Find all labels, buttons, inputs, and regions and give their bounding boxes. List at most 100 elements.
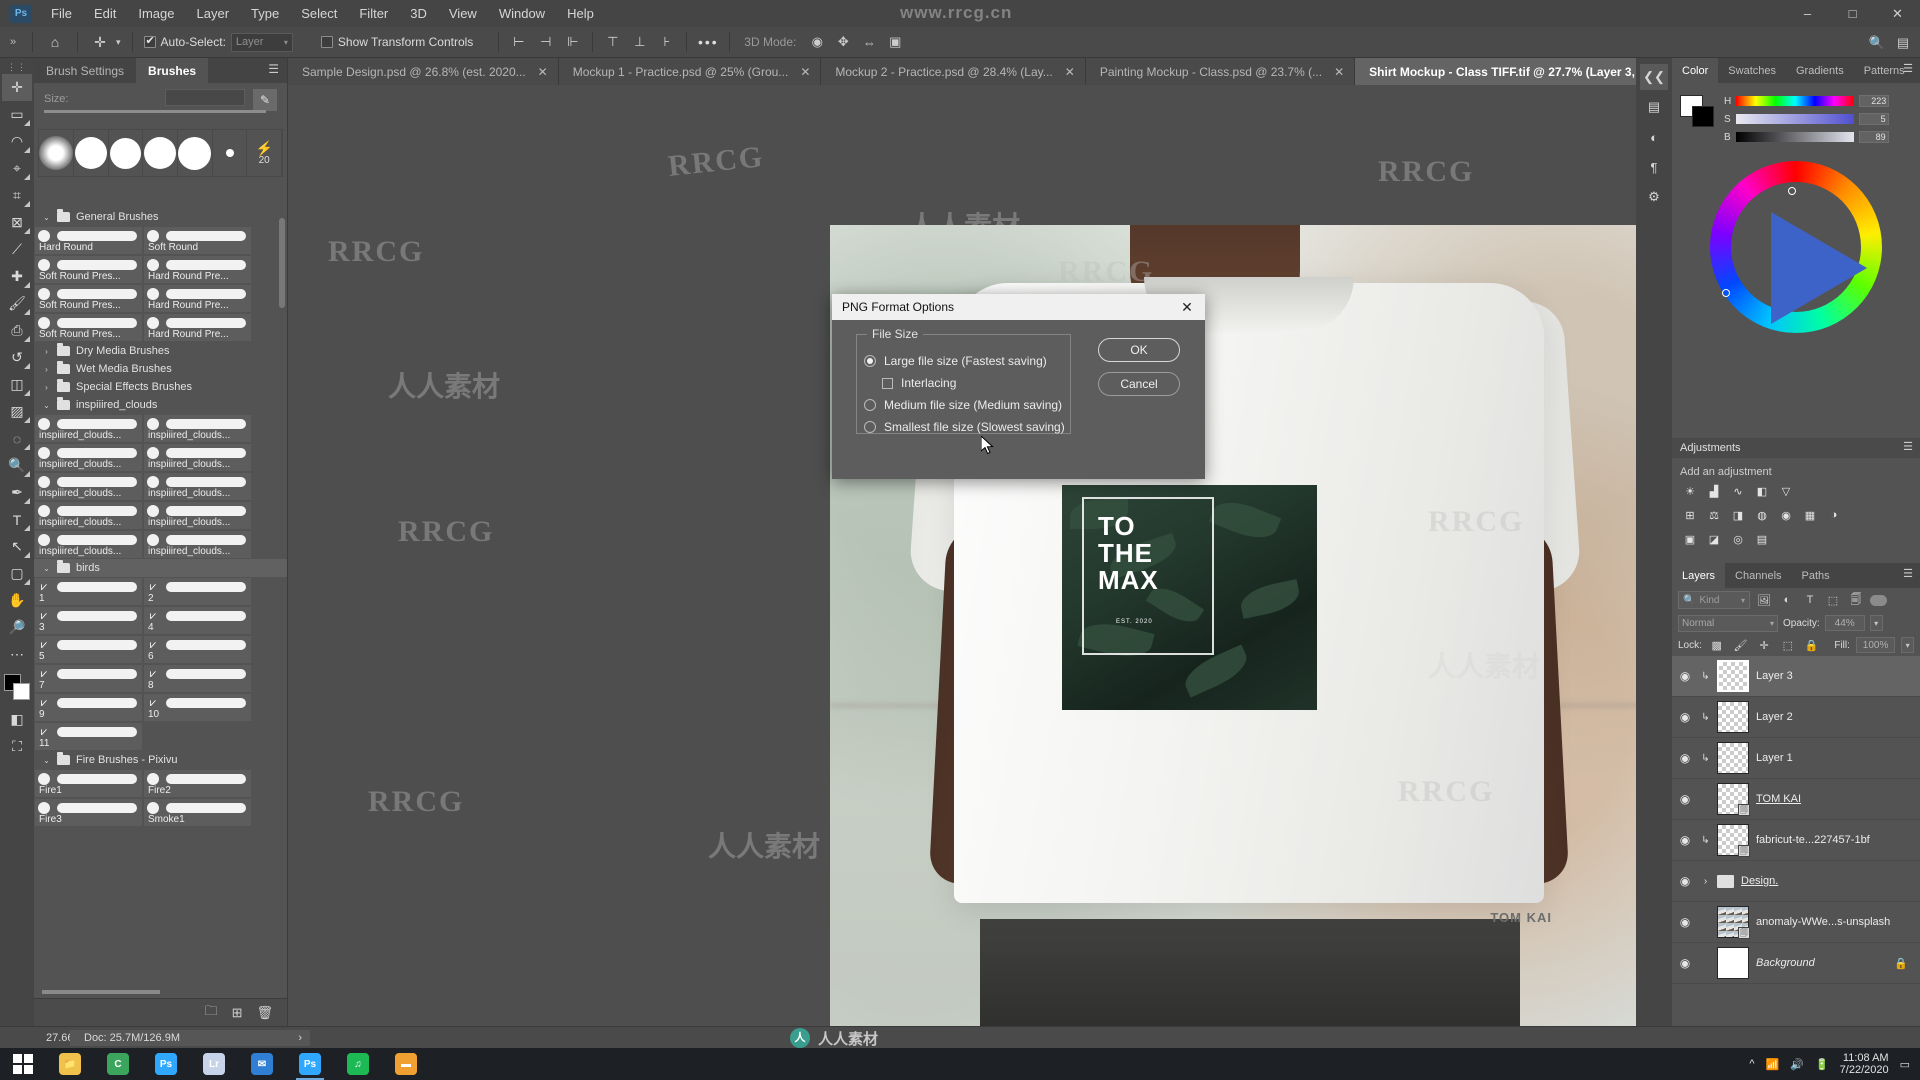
canvas-area[interactable]: TO THE MAX EST. 2020 TOM KAI RRCG RRCG R… [288,85,1636,1026]
pixel-filter-icon[interactable]: 🖼 [1755,591,1773,609]
brush-preset-item[interactable]: inspiiired_clouds... [144,473,251,500]
fill-value[interactable]: 100% [1856,637,1895,653]
brushes-scrollbar[interactable] [279,218,285,308]
brightness-slider[interactable] [1736,132,1854,142]
align-top-edges-icon[interactable]: ⊤ [599,30,626,54]
taskbar-app-spotify[interactable]: ♫ [334,1048,382,1080]
layer-name[interactable]: Background [1756,957,1815,969]
brush-group-wet-media-brushes[interactable]: ›Wet Media Brushes [34,360,287,378]
layer-list[interactable]: ◉↳Layer 3◉↳Layer 2◉↳Layer 1◉🗐TOM KAI◉↳🗐f… [1672,656,1920,984]
action-center-icon[interactable]: ▭ [1900,1058,1910,1071]
chevron-down-icon[interactable]: ⌄ [42,564,51,573]
collapse-panels-icon[interactable]: ❮❮ [1640,64,1668,90]
layer-visibility-icon[interactable]: ◉ [1676,874,1694,888]
png-format-options-dialog[interactable]: PNG Format Options ✕ File Size Large fil… [832,294,1205,479]
tool-eyedropper[interactable]: ⟋ [2,236,32,263]
brush-preset-item[interactable]: ⩗6 [144,636,251,663]
brush-preset-item[interactable]: ⩗8 [144,665,251,692]
chevron-down-icon[interactable]: ⌄ [42,213,51,222]
menu-layer[interactable]: Layer [186,0,241,27]
auto-select-scope-dropdown[interactable]: Layer ▾ [231,33,293,52]
layer-thumbnail[interactable] [1717,701,1749,733]
brush-preset-item[interactable]: inspiiired_clouds... [35,502,142,529]
brush-preset-2[interactable] [74,130,109,176]
opacity-dropdown-icon[interactable]: ▾ [1870,615,1883,631]
chevron-down-icon[interactable]: ⌄ [42,401,51,410]
brush-preset-item[interactable]: ⩗3 [35,607,142,634]
brush-group-dry-media-brushes[interactable]: ›Dry Media Brushes [34,342,287,360]
brush-preset-item[interactable]: inspiiired_clouds... [35,473,142,500]
tool-object-selection[interactable]: ⌖ [2,155,32,182]
brush-preset-1[interactable] [39,130,74,176]
brush-preset-item[interactable]: ⩗4 [144,607,251,634]
shape-filter-icon[interactable]: ⬚ [1824,591,1842,609]
zoom-level[interactable]: 27.66% [0,1032,70,1044]
selective-color-icon[interactable]: ◎ [1728,530,1748,548]
taskbar-app-messaging[interactable]: ▬ [382,1048,430,1080]
brush-preset-item[interactable]: inspiiired_clouds... [144,415,251,442]
panel-menu-icon[interactable]: ☰ [1903,65,1913,74]
option-large-file-size[interactable]: Large file size (Fastest saving) [864,354,1047,368]
brush-preset-6[interactable] [213,130,248,176]
chevron-down-icon[interactable]: ▾ [116,37,121,48]
brush-preset-item[interactable]: ⩗7 [35,665,142,692]
layer-row[interactable]: ◉↳Layer 3 [1672,656,1920,697]
home-button[interactable]: ⌂ [39,27,71,58]
hue-slider[interactable] [1736,96,1854,106]
channel-mixer-icon[interactable]: ◉ [1776,506,1796,524]
option-medium-file-size[interactable]: Medium file size (Medium saving) [864,398,1062,412]
brush-preset-item[interactable]: ⩗11 [35,723,142,750]
layer-name[interactable]: Layer 1 [1756,752,1793,764]
cancel-button[interactable]: Cancel [1098,372,1180,396]
adjustments-rail-icon[interactable]: ◐ [1640,124,1668,150]
delete-brush-icon[interactable]: 🗑 [256,1005,273,1021]
properties-icon[interactable]: ⚙ [1640,184,1668,210]
expand-options-icon[interactable]: » [0,36,26,48]
gradient-map-icon[interactable]: ▤ [1752,530,1772,548]
brush-preset-item[interactable]: ⩗2 [144,578,251,605]
menu-file[interactable]: File [40,0,83,27]
brightness-contrast-icon[interactable]: ☀ [1680,482,1700,500]
tool-pen[interactable]: ✒ [2,479,32,506]
brush-preset-item[interactable]: ⩗5 [35,636,142,663]
align-right-edges-icon[interactable]: ⊩ [559,30,586,54]
brush-group-inspiiired-clouds[interactable]: ⌄inspiiired_clouds [34,396,287,414]
show-hidden-icons[interactable]: ^ [1749,1058,1754,1070]
document-info-arrow-icon[interactable]: › [298,1030,302,1046]
brush-preset-item[interactable]: inspiiired_clouds... [35,531,142,558]
chevron-right-icon[interactable]: › [42,365,51,374]
wifi-icon[interactable]: 📶 [1766,1058,1780,1071]
search-icon[interactable]: 🔍 [1864,30,1890,56]
brush-preset-item[interactable]: ⩗1 [35,578,142,605]
tool-horizontal-type[interactable]: T [2,506,32,533]
brush-size-input[interactable] [165,89,245,106]
option-interlacing[interactable]: Interlacing [882,376,956,390]
close-tab-icon[interactable]: ✕ [538,65,548,79]
brush-group-fire-brushes-pixivu[interactable]: ⌄Fire Brushes - Pixivu [34,751,287,769]
color-swatches[interactable] [2,672,32,706]
checkbox-interlacing[interactable] [882,378,893,389]
show-transform-controls-checkbox[interactable] [321,36,333,48]
filter-enable-toggle[interactable] [1870,595,1887,606]
close-tab-icon[interactable]: ✕ [1065,65,1075,79]
brush-group-birds[interactable]: ⌄birds [34,559,287,577]
saturation-slider[interactable] [1736,114,1854,124]
brush-preset-item[interactable]: Soft Round Pres... [35,256,142,283]
layer-name[interactable]: Layer 2 [1756,711,1793,723]
color-wheel[interactable] [1710,161,1882,333]
tool-spot-healing-brush[interactable]: ✚ [2,263,32,290]
radio-smallest-file-size[interactable] [864,421,876,433]
layer-visibility-icon[interactable]: ◉ [1676,710,1694,724]
brush-preset-item[interactable]: Hard Round Pre... [144,285,251,312]
tab-color[interactable]: Color [1672,58,1718,83]
active-tool-preset[interactable]: ✛ ▾ [84,27,126,58]
brush-preset-item[interactable]: inspiiired_clouds... [35,415,142,442]
layer-thumbnail[interactable] [1717,947,1749,979]
layer-row[interactable]: ◉↳Layer 2 [1672,697,1920,738]
brush-preset-3[interactable] [109,130,144,176]
layer-row[interactable]: ◉🗐anomaly-WWe...s-unsplash [1672,902,1920,943]
lock-position-icon[interactable]: ✛ [1755,636,1773,654]
layer-thumbnail[interactable]: 🗐 [1717,824,1749,856]
option-smallest-file-size[interactable]: Smallest file size (Slowest saving) [864,420,1065,434]
black-white-icon[interactable]: ◨ [1728,506,1748,524]
